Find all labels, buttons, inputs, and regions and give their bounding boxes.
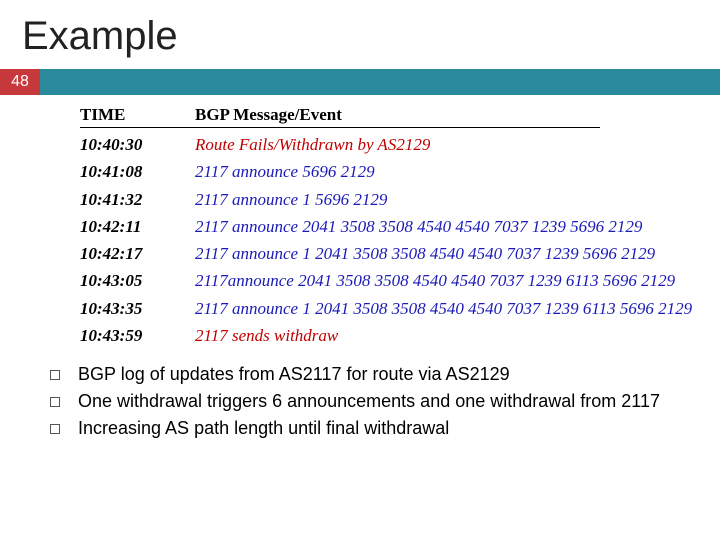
log-event: 2117 announce 1 2041 3508 3508 4540 4540…: [195, 243, 655, 264]
log-time: 10:40:30: [80, 135, 195, 155]
square-bullet-icon: [50, 424, 60, 434]
log-event: 2117 announce 2041 3508 3508 4540 4540 7…: [195, 216, 642, 237]
log-time: 10:43:35: [80, 299, 195, 319]
log-event: 2117 sends withdraw: [195, 325, 338, 346]
list-item: One withdrawal triggers 6 announcements …: [50, 391, 720, 412]
header-bar: 48: [0, 69, 720, 95]
log-event: 2117 announce 5696 2129: [195, 161, 375, 182]
list-item: Increasing AS path length until final wi…: [50, 418, 720, 439]
slide: Example 48 TIME BGP Message/Event 10:40:…: [0, 0, 720, 540]
bullet-text: Increasing AS path length until final wi…: [78, 418, 449, 439]
square-bullet-icon: [50, 397, 60, 407]
log-row: 10:40:30 Route Fails/Withdrawn by AS2129: [80, 134, 720, 155]
log-row: 10:43:59 2117 sends withdraw: [80, 325, 720, 346]
slide-title: Example: [0, 0, 720, 69]
log-time: 10:41:08: [80, 162, 195, 182]
log-event: Route Fails/Withdrawn by AS2129: [195, 134, 430, 155]
log-time: 10:42:11: [80, 217, 195, 237]
list-item: BGP log of updates from AS2117 for route…: [50, 364, 720, 385]
log-time: 10:43:05: [80, 271, 195, 291]
log-event: 2117announce 2041 3508 3508 4540 4540 70…: [195, 270, 675, 291]
log-event: 2117 announce 1 5696 2129: [195, 189, 387, 210]
col-header-event: BGP Message/Event: [195, 105, 342, 125]
log-event: 2117 announce 1 2041 3508 3508 4540 4540…: [195, 298, 692, 319]
log-row: 10:42:17 2117 announce 1 2041 3508 3508 …: [80, 243, 720, 264]
accent-bar: [40, 69, 720, 95]
log-time: 10:41:32: [80, 190, 195, 210]
page-number-badge: 48: [0, 69, 40, 95]
log-header-row: TIME BGP Message/Event: [80, 105, 600, 128]
bullet-text: One withdrawal triggers 6 announcements …: [78, 391, 660, 412]
log-row: 10:41:08 2117 announce 5696 2129: [80, 161, 720, 182]
log-row: 10:42:11 2117 announce 2041 3508 3508 45…: [80, 216, 720, 237]
bullet-list: BGP log of updates from AS2117 for route…: [0, 346, 720, 439]
log-row: 10:43:05 2117announce 2041 3508 3508 454…: [80, 270, 720, 291]
log-time: 10:42:17: [80, 244, 195, 264]
log-row: 10:41:32 2117 announce 1 5696 2129: [80, 189, 720, 210]
log-time: 10:43:59: [80, 326, 195, 346]
log-row: 10:43:35 2117 announce 1 2041 3508 3508 …: [80, 298, 720, 319]
log-table: TIME BGP Message/Event 10:40:30 Route Fa…: [0, 95, 720, 346]
bullet-text: BGP log of updates from AS2117 for route…: [78, 364, 510, 385]
col-header-time: TIME: [80, 105, 195, 125]
square-bullet-icon: [50, 370, 60, 380]
